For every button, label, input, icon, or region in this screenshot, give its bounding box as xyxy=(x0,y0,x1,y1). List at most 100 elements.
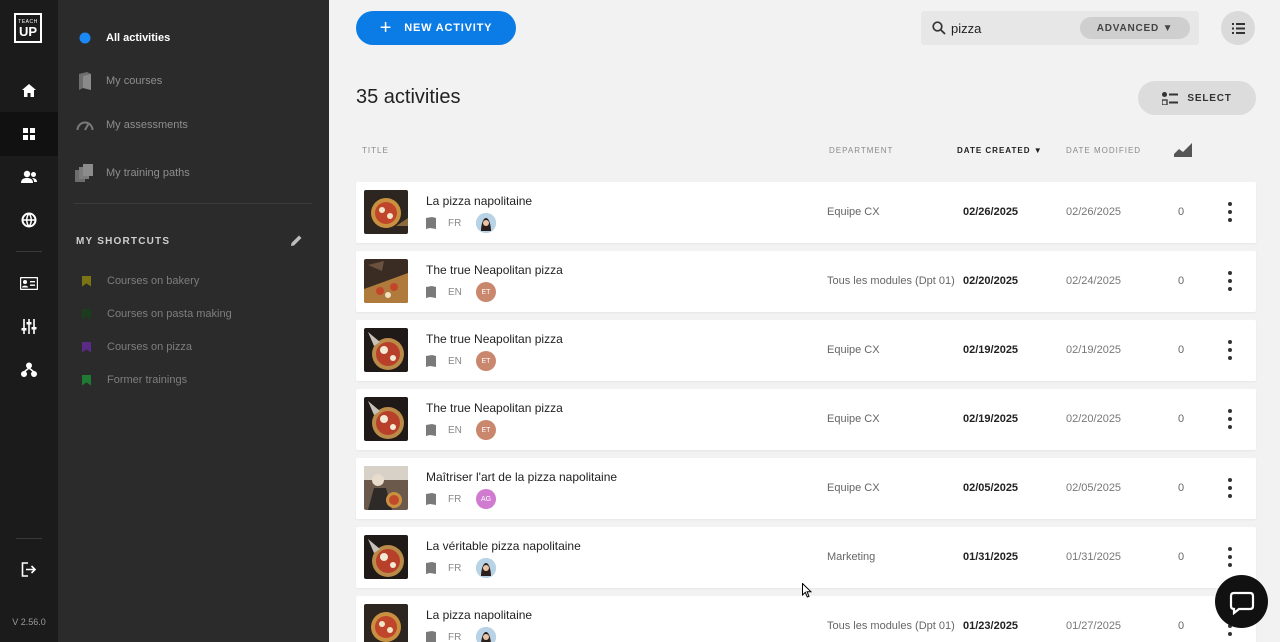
activity-row[interactable]: La pizza napolitaine FR Equipe CX 02/26/… xyxy=(356,182,1256,243)
activity-thumbnail xyxy=(364,466,408,510)
row-menu-button[interactable] xyxy=(1224,547,1236,567)
bookmark-icon xyxy=(82,374,91,386)
nav-my-training-paths[interactable]: My training paths xyxy=(74,162,190,184)
activity-title[interactable]: Maîtriser l'art de la pizza napolitaine xyxy=(426,470,617,484)
shortcut-courses-on-bakery[interactable]: Courses on bakery xyxy=(82,275,199,287)
nav-my-courses[interactable]: My courses xyxy=(74,70,162,92)
rail-globe[interactable] xyxy=(0,198,58,242)
edit-shortcuts-button[interactable] xyxy=(290,234,303,252)
rail-divider xyxy=(16,251,42,252)
rail-dashboard[interactable] xyxy=(0,112,58,156)
activity-title[interactable]: La pizza napolitaine xyxy=(426,194,532,208)
nav-my-assessments[interactable]: My assessments xyxy=(74,114,188,136)
activity-department: Equipe CX xyxy=(827,482,880,494)
row-menu-button[interactable] xyxy=(1224,202,1236,222)
advanced-search-button[interactable]: ADVANCED ▼ xyxy=(1080,17,1190,39)
pencil-icon xyxy=(291,235,302,246)
activity-thumbnail xyxy=(364,328,408,372)
activity-meta: FR AG xyxy=(426,489,496,509)
shortcut-former-trainings[interactable]: Former trainings xyxy=(82,374,187,386)
sidebar: All activities My courses My assessments… xyxy=(58,0,329,642)
activity-title[interactable]: La véritable pizza napolitaine xyxy=(426,539,581,553)
activity-thumbnail xyxy=(364,604,408,642)
gauge-icon xyxy=(76,121,94,131)
activity-row[interactable]: The true Neapolitan pizza EN ET Tous les… xyxy=(356,251,1256,312)
activity-department: Equipe CX xyxy=(827,344,880,356)
shortcut-courses-on-pizza[interactable]: Courses on pizza xyxy=(82,341,192,353)
activity-row[interactable]: Maîtriser l'art de la pizza napolitaine … xyxy=(356,458,1256,519)
column-title[interactable]: TITLE xyxy=(362,146,389,155)
pizza-thumbnail-icon xyxy=(364,190,408,234)
chef-thumbnail-icon xyxy=(364,466,408,510)
activity-row[interactable]: The true Neapolitan pizza EN ET Equipe C… xyxy=(356,389,1256,450)
rail-id-card[interactable] xyxy=(0,261,58,305)
column-date-modified[interactable]: DATE MODIFIED xyxy=(1066,146,1141,155)
activity-department: Equipe CX xyxy=(827,206,880,218)
activity-language: FR xyxy=(448,217,462,229)
select-label: SELECT xyxy=(1187,92,1232,104)
row-menu-button[interactable] xyxy=(1224,409,1236,429)
rail-sliders[interactable] xyxy=(0,304,58,348)
course-icon xyxy=(426,355,436,367)
row-menu-button[interactable] xyxy=(1224,478,1236,498)
logo-text-bottom: UP xyxy=(18,23,38,39)
pizza-thumbnail-icon xyxy=(364,397,408,441)
sidebar-divider xyxy=(74,203,312,204)
author-avatar xyxy=(476,558,496,578)
list-view-button[interactable] xyxy=(1221,11,1255,45)
shortcut-courses-on-pasta-making[interactable]: Courses on pasta making xyxy=(82,308,232,320)
activity-title[interactable]: The true Neapolitan pizza xyxy=(426,332,563,346)
course-icon xyxy=(426,424,436,436)
search-icon xyxy=(932,21,946,35)
activity-title[interactable]: The true Neapolitan pizza xyxy=(426,401,563,415)
nav-label: My assessments xyxy=(106,119,188,131)
rail-org[interactable] xyxy=(0,348,58,392)
search-bar[interactable]: pizza ADVANCED ▼ xyxy=(921,11,1199,45)
activity-thumbnail xyxy=(364,259,408,303)
teachup-logo[interactable]: TEACH UP xyxy=(14,13,42,43)
activity-title[interactable]: The true Neapolitan pizza xyxy=(426,263,563,277)
activity-date-modified: 02/20/2025 xyxy=(1066,413,1122,425)
activity-row[interactable]: La véritable pizza napolitaine FR Market… xyxy=(356,527,1256,588)
column-views[interactable] xyxy=(1174,143,1192,162)
rail-users[interactable] xyxy=(0,155,58,199)
nav-label: All activities xyxy=(106,32,171,44)
activity-meta: FR xyxy=(426,627,496,642)
activity-meta: FR xyxy=(426,213,496,233)
shortcut-label: Courses on pasta making xyxy=(107,308,232,320)
activity-department: Equipe CX xyxy=(827,413,880,425)
nav-label: My courses xyxy=(106,75,163,87)
activity-meta: EN ET xyxy=(426,282,496,302)
new-activity-button[interactable]: + NEW ACTIVITY xyxy=(356,11,516,45)
app-version: V 2.56.0 xyxy=(12,617,46,627)
author-avatar: ET xyxy=(476,351,496,371)
chat-support-button[interactable] xyxy=(1215,575,1268,628)
nav-all-activities[interactable]: All activities xyxy=(74,27,170,49)
rail-logout[interactable] xyxy=(0,547,58,591)
activity-views: 0 xyxy=(1178,206,1185,218)
activity-department: Tous les modules (Dpt 01) xyxy=(827,275,955,287)
row-menu-button[interactable] xyxy=(1224,340,1236,360)
activity-language: EN xyxy=(448,355,462,367)
activity-language: EN xyxy=(448,286,462,298)
plus-icon: + xyxy=(379,17,393,39)
search-input[interactable]: pizza xyxy=(951,21,981,36)
author-photo-icon xyxy=(476,558,496,578)
kebab-icon xyxy=(1228,271,1232,275)
activity-language: FR xyxy=(448,631,462,642)
logout-icon xyxy=(21,561,37,577)
activity-title[interactable]: La pizza napolitaine xyxy=(426,608,532,622)
author-avatar: ET xyxy=(476,282,496,302)
activities-count: 35 activities xyxy=(356,86,461,108)
activity-date-modified: 02/05/2025 xyxy=(1066,482,1122,494)
rail-home[interactable] xyxy=(0,68,58,112)
select-button[interactable]: SELECT xyxy=(1138,81,1256,115)
activity-row[interactable]: The true Neapolitan pizza EN ET Equipe C… xyxy=(356,320,1256,381)
row-menu-button[interactable] xyxy=(1224,271,1236,291)
column-department[interactable]: DEPARTMENT xyxy=(829,146,893,155)
activity-views: 0 xyxy=(1178,344,1185,356)
main-content: + NEW ACTIVITY pizza ADVANCED ▼ 35 activ… xyxy=(329,0,1280,642)
kebab-icon xyxy=(1228,340,1232,344)
column-date-created[interactable]: DATE CREATED ▼ xyxy=(957,146,1043,155)
activity-date-created: 02/19/2025 xyxy=(963,413,1019,425)
